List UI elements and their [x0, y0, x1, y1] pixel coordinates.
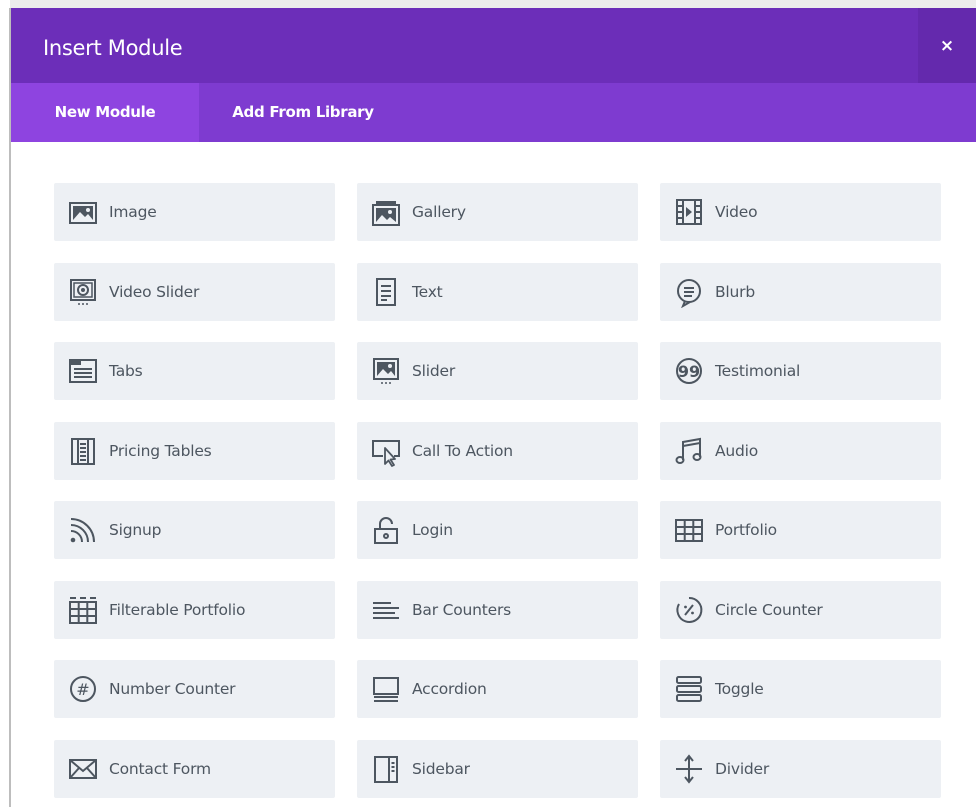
video-slider-icon	[66, 275, 100, 309]
top-shadow	[10, 0, 976, 8]
module-label: Video Slider	[109, 283, 200, 301]
module-label: Accordion	[412, 680, 487, 698]
contact-form-icon	[66, 752, 100, 786]
image-icon	[66, 195, 100, 229]
blurb-icon	[672, 275, 706, 309]
text-icon	[369, 275, 403, 309]
slider-icon	[369, 354, 403, 388]
circle-counter-icon	[672, 593, 706, 627]
module-label: Filterable Portfolio	[109, 601, 246, 619]
module-card-divider[interactable]: Divider	[660, 740, 941, 798]
module-label: Sidebar	[412, 760, 470, 778]
modal-header: Insert Module ×	[11, 8, 976, 83]
module-label: Slider	[412, 362, 455, 380]
module-card-text[interactable]: Text	[357, 263, 638, 321]
module-card-login[interactable]: Login	[357, 501, 638, 559]
module-label: Login	[412, 521, 453, 539]
module-card-portfolio[interactable]: Portfolio	[660, 501, 941, 559]
module-label: Audio	[715, 442, 759, 460]
tab-new-module[interactable]: New Module	[11, 83, 199, 142]
module-card-pricing-tables[interactable]: Pricing Tables	[54, 422, 335, 480]
module-label: Bar Counters	[412, 601, 512, 619]
testimonial-icon: 99	[672, 354, 706, 388]
module-card-circle-counter[interactable]: Circle Counter	[660, 581, 941, 639]
module-label: Signup	[109, 521, 162, 539]
insert-module-modal: Insert Module × New Module Add From Libr…	[11, 8, 976, 807]
module-label: Image	[109, 203, 157, 221]
login-icon	[369, 513, 403, 547]
sidebar-icon	[369, 752, 403, 786]
module-label: Circle Counter	[715, 601, 823, 619]
module-card-filterable-portfolio[interactable]: Filterable Portfolio	[54, 581, 335, 639]
module-label: Text	[412, 283, 443, 301]
filterable-portfolio-icon	[66, 593, 100, 627]
portfolio-icon	[672, 513, 706, 547]
svg-text:99: 99	[678, 362, 700, 381]
module-card-video[interactable]: Video	[660, 183, 941, 241]
module-card-signup[interactable]: Signup	[54, 501, 335, 559]
module-card-toggle[interactable]: Toggle	[660, 660, 941, 718]
module-card-testimonial[interactable]: 99 Testimonial	[660, 342, 941, 400]
module-card-tabs[interactable]: Tabs	[54, 342, 335, 400]
module-card-gallery[interactable]: Gallery	[357, 183, 638, 241]
module-label: Testimonial	[715, 362, 801, 380]
module-card-sidebar[interactable]: Sidebar	[357, 740, 638, 798]
module-card-blurb[interactable]: Blurb	[660, 263, 941, 321]
module-card-video-slider[interactable]: Video Slider	[54, 263, 335, 321]
bar-counters-icon	[369, 593, 403, 627]
module-label: Video	[715, 203, 758, 221]
module-grid: Image Gallery Video Video Slider Text Bl…	[11, 142, 976, 807]
gallery-icon	[369, 195, 403, 229]
module-card-audio[interactable]: Audio	[660, 422, 941, 480]
module-card-call-to-action[interactable]: Call To Action	[357, 422, 638, 480]
audio-icon	[672, 434, 706, 468]
close-button[interactable]: ×	[918, 8, 976, 83]
module-card-contact-form[interactable]: Contact Form	[54, 740, 335, 798]
module-card-image[interactable]: Image	[54, 183, 335, 241]
module-card-number-counter[interactable]: # Number Counter	[54, 660, 335, 718]
module-card-accordion[interactable]: Accordion	[357, 660, 638, 718]
number-counter-icon: #	[66, 672, 100, 706]
pricing-tables-icon	[66, 434, 100, 468]
close-icon: ×	[939, 35, 955, 56]
module-card-bar-counters[interactable]: Bar Counters	[357, 581, 638, 639]
module-label: Divider	[715, 760, 770, 778]
video-icon	[672, 195, 706, 229]
tab-bar: New Module Add From Library	[11, 83, 976, 142]
module-card-slider[interactable]: Slider	[357, 342, 638, 400]
module-label: Contact Form	[109, 760, 211, 778]
module-label: Toggle	[715, 680, 764, 698]
module-label: Tabs	[109, 362, 143, 380]
accordion-icon	[369, 672, 403, 706]
divider-icon	[672, 752, 706, 786]
module-label: Gallery	[412, 203, 466, 221]
svg-text:#: #	[76, 680, 89, 699]
module-label: Blurb	[715, 283, 755, 301]
toggle-icon	[672, 672, 706, 706]
modal-title: Insert Module	[43, 36, 183, 60]
module-label: Portfolio	[715, 521, 777, 539]
tab-add-from-library[interactable]: Add From Library	[199, 83, 407, 142]
module-label: Pricing Tables	[109, 442, 212, 460]
signup-icon	[66, 513, 100, 547]
module-label: Number Counter	[109, 680, 236, 698]
tabs-icon	[66, 354, 100, 388]
call-to-action-icon	[369, 434, 403, 468]
module-label: Call To Action	[412, 442, 513, 460]
